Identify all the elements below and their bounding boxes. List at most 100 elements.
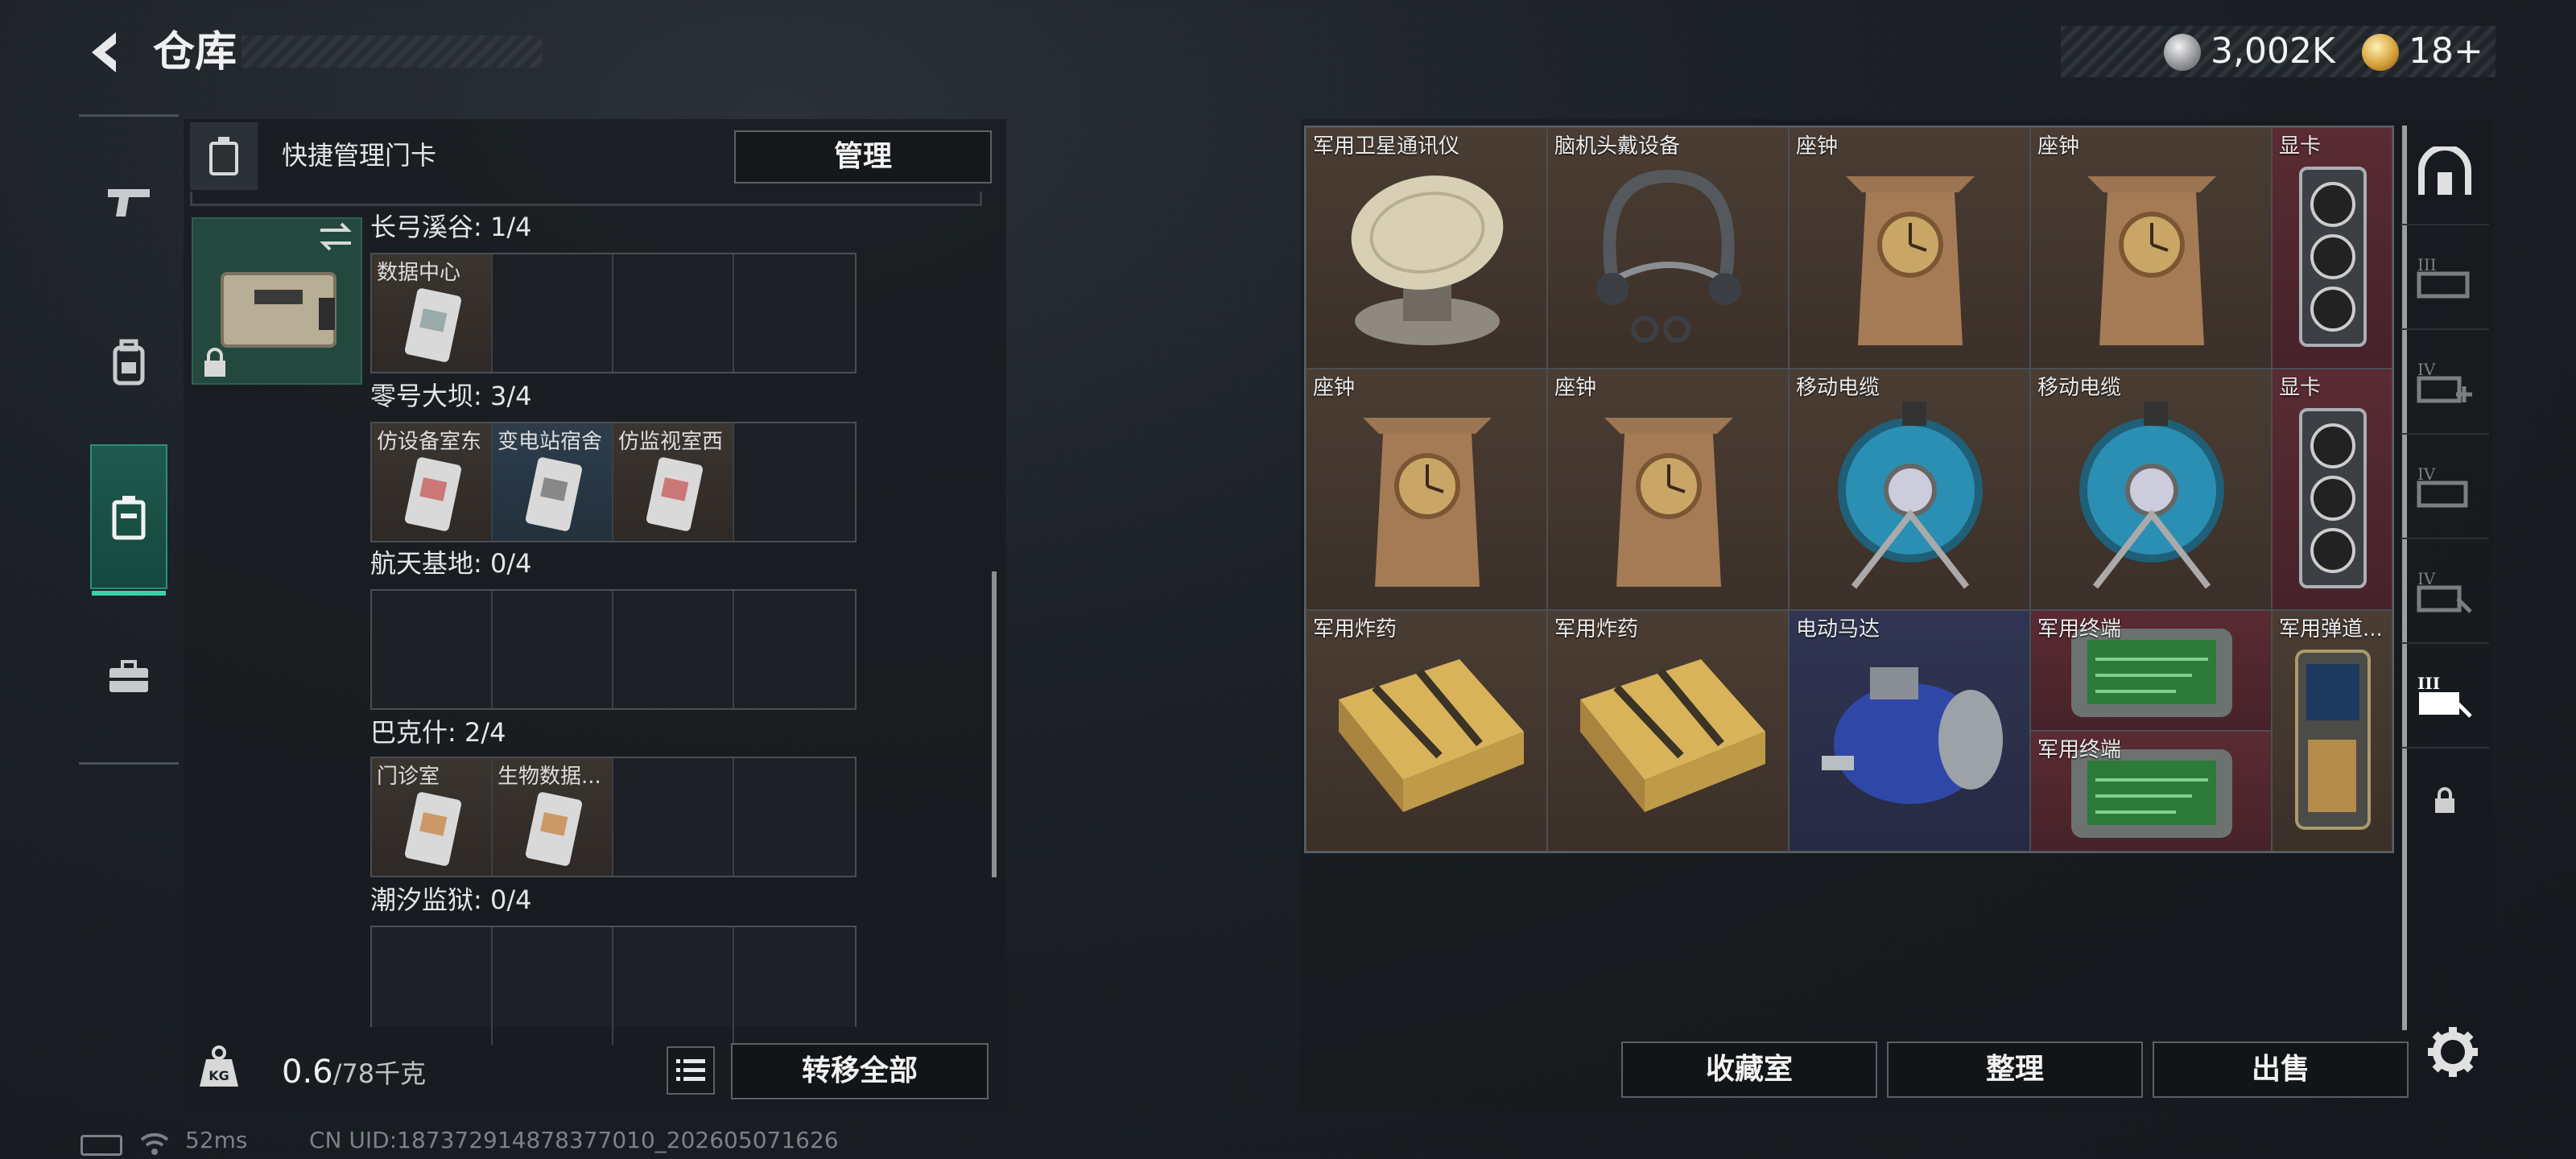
stash-item[interactable]: 军用卫星通讯仪 — [1306, 127, 1547, 369]
stash-item[interactable]: 座钟 — [1547, 369, 1789, 610]
stash-item[interactable]: 军用终端 — [2030, 731, 2272, 852]
svg-text:IV: IV — [2417, 569, 2436, 588]
stash-item[interactable]: 军用弹道... — [2272, 610, 2392, 852]
sell-button[interactable]: 出售 — [2153, 1041, 2409, 1098]
stash-item[interactable]: 显卡 — [2272, 127, 2392, 369]
stash-page-home[interactable] — [2401, 121, 2489, 225]
stash-item[interactable]: 座钟 — [2030, 127, 2272, 369]
back-arrow-icon — [92, 32, 116, 72]
card-slot-empty[interactable] — [613, 254, 734, 372]
weight-icon: KG — [195, 1043, 243, 1091]
stash-item[interactable]: 军用终端 — [2030, 610, 2272, 731]
card-slot[interactable]: 门诊室 — [372, 758, 493, 876]
manage-button[interactable]: 管理 — [734, 130, 992, 184]
clock-icon — [2087, 176, 2216, 345]
card-slot[interactable]: 仿设备室东 — [372, 423, 493, 541]
stash-page-iv-c[interactable]: IV — [2401, 539, 2489, 644]
access-card-icon — [646, 457, 704, 531]
item-name: 军用炸药 — [1554, 617, 1639, 641]
explosive-icon — [1339, 659, 1524, 812]
card-slot-empty[interactable] — [734, 254, 855, 372]
card-slot-empty[interactable] — [734, 591, 855, 708]
keycard-header-icon — [190, 122, 258, 190]
card-slot-empty[interactable] — [613, 927, 734, 1045]
keycard-case-icon — [221, 272, 336, 348]
access-card-icon — [404, 288, 462, 362]
card-slot-empty[interactable] — [493, 927, 613, 1045]
item-name: 脑机头戴设备 — [1554, 134, 1681, 159]
access-card-icon — [404, 792, 462, 866]
rail-tools[interactable] — [90, 604, 167, 749]
stash-item[interactable]: 座钟 — [1789, 127, 2030, 369]
lock-icon — [201, 348, 229, 378]
stash-add-icon: IV — [2417, 360, 2472, 403]
card-slot[interactable]: 变电站宿舍 — [493, 423, 613, 541]
list-view-button[interactable] — [667, 1046, 715, 1095]
stash-item[interactable]: 座钟 — [1306, 369, 1547, 610]
stash-item[interactable]: 电动马达 — [1789, 610, 2030, 852]
scrollbar[interactable] — [992, 571, 997, 877]
stash-item[interactable]: 脑机头戴设备 — [1547, 127, 1789, 369]
stash-tier4-icon: IV — [2417, 464, 2468, 508]
gpu-icon — [2299, 167, 2367, 347]
item-name: 军用终端 — [2037, 617, 2122, 641]
card-slot-empty[interactable] — [493, 591, 613, 708]
stash-item[interactable]: 军用炸药 — [1547, 610, 1789, 852]
item-name: 座钟 — [2037, 134, 2080, 159]
card-slot-empty[interactable] — [734, 758, 855, 876]
collection-room-button[interactable]: 收藏室 — [1621, 1041, 1877, 1098]
card-slot-empty[interactable] — [734, 423, 855, 541]
card-slot-empty[interactable] — [493, 254, 613, 372]
card-slot[interactable]: 数据中心 — [372, 254, 493, 372]
item-name: 军用弹道... — [2279, 617, 2383, 641]
card-slot-empty[interactable] — [372, 927, 493, 1045]
stash-page-rail: III IV IV IV III — [2401, 121, 2489, 1014]
card-name: 数据中心 — [377, 261, 461, 285]
silver-coin-icon — [2164, 34, 2201, 71]
card-slot[interactable]: 生物数据... — [493, 758, 613, 876]
card-slot-empty[interactable] — [372, 591, 493, 708]
card-row: 仿设备室东 变电站宿舍 仿监视室西 — [370, 422, 857, 542]
settings-gear-icon[interactable] — [2425, 1024, 2481, 1080]
list-icon — [676, 1059, 705, 1081]
toolbox-icon — [109, 660, 148, 692]
card-slot-empty[interactable] — [613, 758, 734, 876]
headset-icon — [1596, 169, 1741, 343]
card-slot[interactable]: 仿监视室西 — [613, 423, 734, 541]
map-label: 巴克什: 2/4 — [370, 717, 506, 748]
swap-icon[interactable] — [316, 221, 356, 253]
stash-page-iii[interactable]: III — [2401, 225, 2489, 330]
cable-reel-icon — [2079, 402, 2224, 589]
item-name: 显卡 — [2279, 134, 2322, 159]
back-button[interactable] — [77, 24, 134, 80]
pistol-icon — [108, 189, 150, 217]
stash-page-iii-active[interactable]: III — [2401, 644, 2489, 749]
sort-button[interactable]: 整理 — [1887, 1041, 2143, 1098]
stash-item[interactable]: 显卡 — [2272, 369, 2392, 610]
transfer-all-button[interactable]: 转移全部 — [731, 1043, 989, 1099]
card-row — [370, 589, 857, 710]
explosive-icon — [1580, 659, 1765, 812]
gold-coin-icon — [2362, 34, 2399, 71]
map-label: 航天基地: 0/4 — [370, 548, 532, 579]
stash-page-iv-add[interactable]: IV — [2401, 330, 2489, 435]
page-title: 仓库 — [153, 28, 237, 76]
rail-keycards[interactable] — [90, 444, 167, 596]
stash-page-iv-b[interactable]: IV — [2401, 435, 2489, 539]
item-name: 移动电缆 — [1796, 376, 1880, 400]
map-label: 潮汐监狱: 0/4 — [370, 885, 532, 915]
svg-text:III: III — [2417, 674, 2440, 693]
access-card-icon — [525, 457, 583, 531]
card-slot-empty[interactable] — [613, 591, 734, 708]
card-slot-empty[interactable] — [734, 927, 855, 1045]
stash-item[interactable]: 移动电缆 — [1789, 369, 2030, 610]
card-name: 变电站宿舍 — [497, 430, 603, 454]
rail-weapons[interactable] — [90, 130, 167, 275]
stash-page-locked[interactable] — [2401, 749, 2489, 853]
card-row: 门诊室 生物数据... — [370, 757, 857, 877]
rail-equipment[interactable] — [90, 290, 167, 435]
stash-item[interactable]: 军用炸药 — [1306, 610, 1547, 852]
access-card-icon — [404, 457, 462, 531]
title-decoration — [242, 35, 543, 68]
stash-item[interactable]: 移动电缆 — [2030, 369, 2272, 610]
